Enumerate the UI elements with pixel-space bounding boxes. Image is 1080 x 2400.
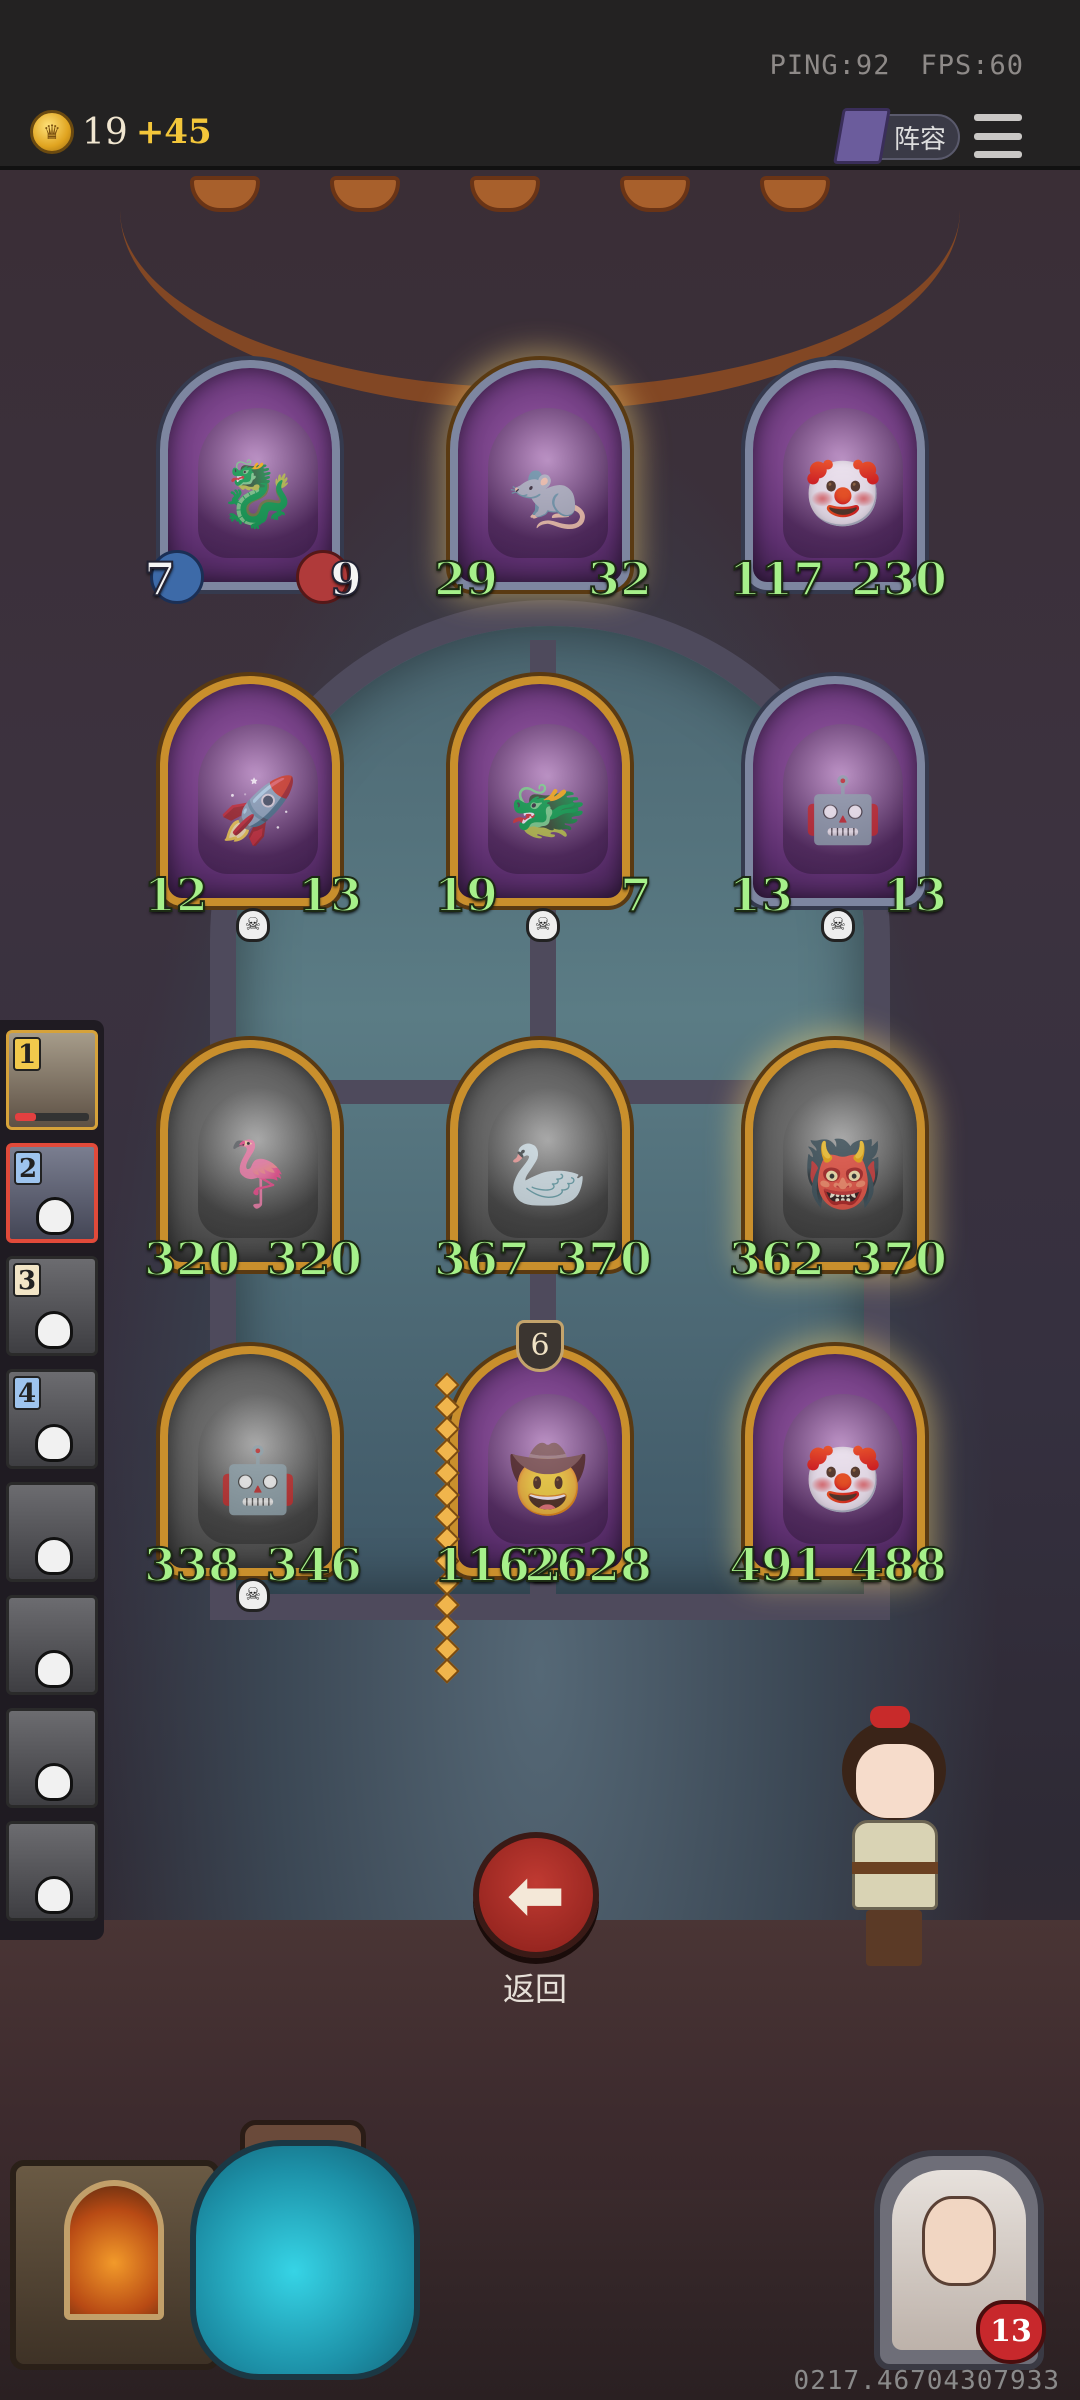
roster-item[interactable]: 1 (6, 1030, 98, 1130)
skull-icon (35, 1537, 73, 1575)
ping-readout: PING:92 (769, 50, 891, 81)
attack-value: 491 (728, 1537, 826, 1593)
health-value: 7 (619, 867, 653, 923)
attack-value: 7 (143, 551, 177, 607)
rat-art: 🐀 (488, 408, 608, 558)
dragon-art: 🐉 (198, 408, 318, 558)
hamburger-icon-bar (974, 151, 1022, 158)
skull-icon: ☠ (236, 908, 270, 942)
airship-art: 🚀 (198, 724, 318, 874)
roster-item[interactable] (6, 1482, 98, 1582)
skull-icon: ☠ (526, 908, 560, 942)
pelican-art: 🦩 (198, 1088, 318, 1238)
minion-card[interactable]: 🤖 13 13 ☠ (728, 676, 948, 942)
minion-card[interactable]: 🐀 29 32 (433, 360, 653, 607)
rank-badge: 4 (13, 1376, 41, 1410)
robot-art: 🤖 (783, 724, 903, 874)
roster-item[interactable] (6, 1595, 98, 1695)
health-value: 346 (265, 1537, 363, 1593)
menu-button[interactable] (974, 114, 1022, 158)
skull-icon (35, 1763, 73, 1801)
arrow-left-icon: ⬅ (506, 1854, 566, 1936)
health-value: 13 (882, 867, 948, 923)
coin-value: 19 (82, 111, 128, 153)
attack-value: 362 (728, 1231, 826, 1287)
hamburger-icon-bar (974, 114, 1022, 121)
roster-item[interactable]: 3 (6, 1256, 98, 1356)
level-badge: 6 (516, 1320, 564, 1372)
attack-value: 338 (143, 1537, 241, 1593)
top-bar: PING:92 FPS:60 ♛ 19 +45 阵容 (0, 0, 1080, 170)
rank-badge: 1 (13, 1037, 41, 1071)
minion-card[interactable]: 🚀 12 13 ☠ (143, 676, 363, 942)
fire-window-icon (64, 2180, 164, 2320)
gem-chain (434, 1372, 460, 1684)
health-value: 32 (587, 551, 653, 607)
back-button[interactable]: ⬅ (473, 1832, 599, 1958)
back-label: 返回 (502, 1970, 567, 2008)
minion-card[interactable]: 🦩 320 320 (143, 1040, 363, 1287)
clown-art: 🤡 (783, 1394, 903, 1544)
lineup-label: 阵容 (893, 124, 946, 155)
minion-card[interactable]: 🤡 491 488 (728, 1346, 948, 1593)
coin-counter: ♛ 19 +45 (30, 110, 212, 154)
hero-health-badge: 13 (976, 2300, 1046, 2364)
beast-art: 👹 (783, 1088, 903, 1238)
network-stats: PING:92 FPS:60 (770, 50, 1024, 81)
rank-badge: 2 (14, 1151, 42, 1185)
minion-card[interactable]: 🤠 6 1162 2628 (433, 1320, 653, 1684)
pelican-art: 🦢 (488, 1088, 608, 1238)
hero-face (922, 2196, 996, 2286)
lineup-button[interactable]: 阵容 (833, 108, 960, 164)
minion-card[interactable]: 🤡 117 230 (728, 360, 948, 607)
roster-item[interactable]: 2 (6, 1143, 98, 1243)
health-bar (15, 1113, 89, 1121)
attack-value: 117 (728, 551, 826, 607)
health-value: 13 (297, 867, 363, 923)
skull-icon: ☠ (821, 908, 855, 942)
health-value: 2628 (523, 1537, 653, 1593)
player-roster: 1 2 3 4 (0, 1020, 104, 1940)
attack-value: 29 (433, 551, 499, 607)
health-value: 370 (555, 1231, 653, 1287)
attack-value: 320 (143, 1231, 241, 1287)
minion-card[interactable]: 👹 362 370 (728, 1040, 948, 1287)
crown-coin-icon: ♛ (30, 110, 74, 154)
roster-item[interactable] (6, 1708, 98, 1808)
attack-value: 12 (143, 867, 209, 923)
attack-value: 19 (433, 867, 499, 923)
health-value: 9 (329, 551, 363, 607)
skull-icon (35, 1650, 73, 1688)
health-value: 320 (265, 1231, 363, 1287)
player-character (830, 1700, 960, 1970)
potion-bottle-icon (190, 2140, 420, 2380)
attack-value: 13 (728, 867, 794, 923)
health-value: 488 (850, 1537, 948, 1593)
skull-icon: ☠ (236, 1578, 270, 1612)
cowboy-art: 🤠 (488, 1394, 608, 1544)
health-value: 230 (850, 551, 948, 607)
minion-card[interactable]: 🦢 367 370 (433, 1040, 653, 1287)
minion-card[interactable]: 🐉 7 9 (143, 360, 363, 607)
minion-card[interactable]: 🤖 338 346 ☠ (143, 1346, 363, 1612)
roster-item[interactable] (6, 1821, 98, 1921)
book-icon (833, 108, 891, 164)
rank-badge: 3 (13, 1263, 41, 1297)
robot-art: 🤖 (198, 1394, 318, 1544)
fps-readout: FPS:60 (920, 50, 1024, 81)
clown-art: 🤡 (783, 408, 903, 558)
attack-value: 367 (433, 1231, 531, 1287)
dragon-art: 🐲 (488, 724, 608, 874)
coin-bonus: +45 (135, 112, 212, 152)
skull-icon (35, 1424, 73, 1462)
minion-card[interactable]: 🐲 19 7 ☠ (433, 676, 653, 942)
health-value: 370 (850, 1231, 948, 1287)
skull-icon (35, 1876, 73, 1914)
session-id: 0217.46704307933 (793, 2366, 1060, 2396)
skull-icon (36, 1197, 74, 1235)
roster-item[interactable]: 4 (6, 1369, 98, 1469)
hamburger-icon-bar (974, 132, 1022, 140)
skull-icon (35, 1311, 73, 1349)
